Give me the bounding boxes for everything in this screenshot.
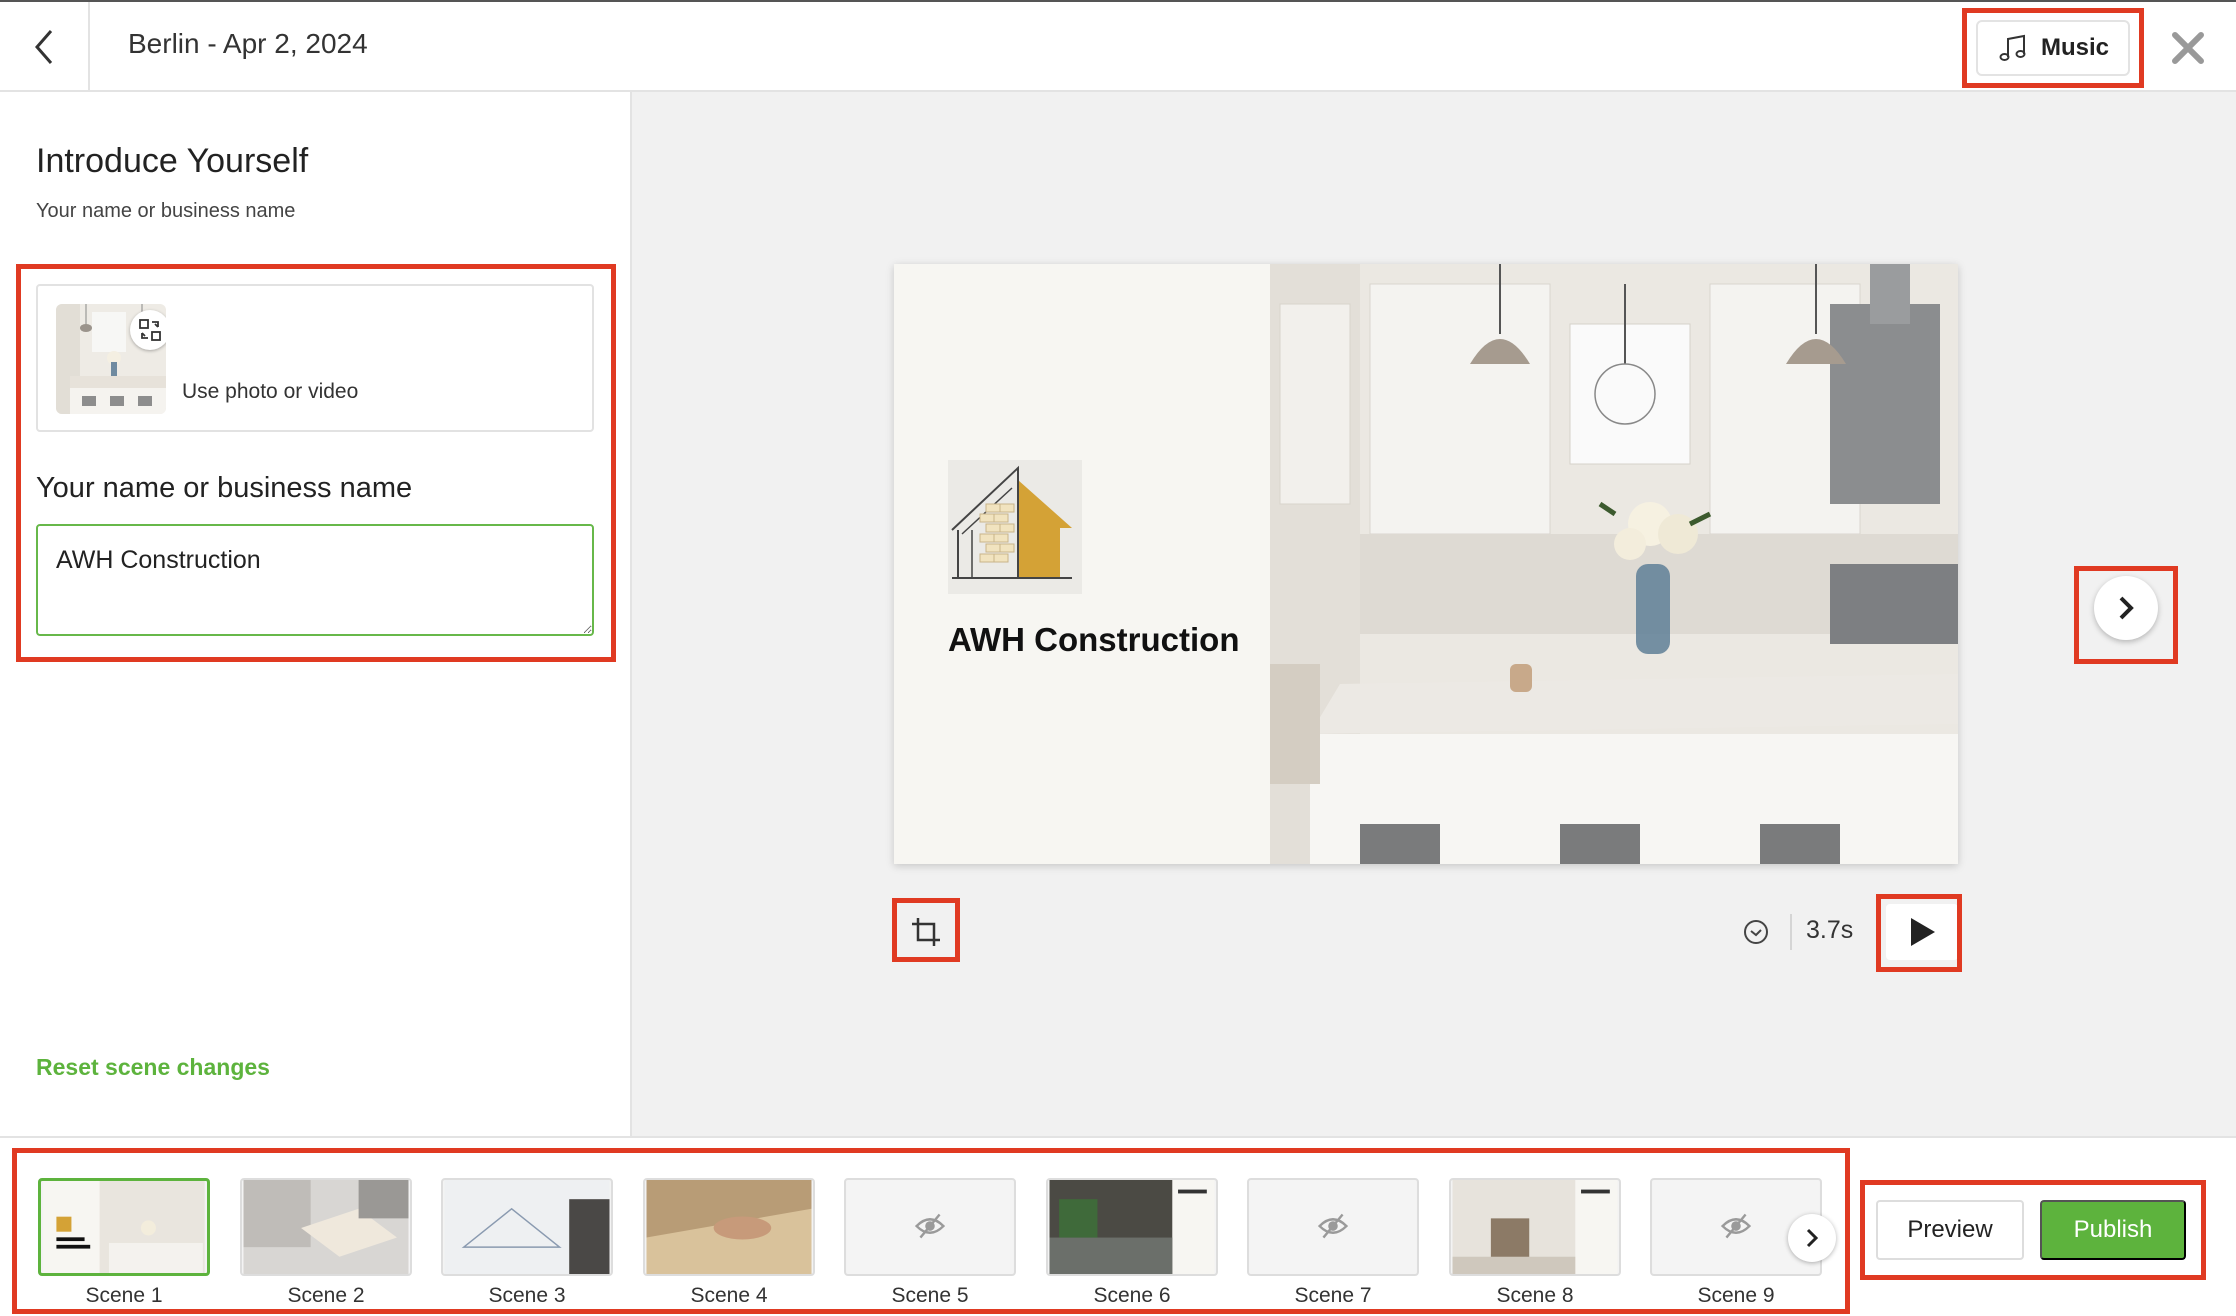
play-button[interactable] — [1886, 904, 1958, 960]
back-button[interactable] — [0, 2, 90, 92]
slide-business-name: AWH Construction — [948, 621, 1240, 658]
business-name-input[interactable] — [36, 524, 594, 636]
panel-subtitle: Your name or business name — [36, 200, 296, 222]
chevron-left-icon — [35, 30, 53, 64]
slide-text-area: AWH Construction — [894, 264, 1270, 864]
panel-title: Introduce Yourself — [36, 142, 309, 180]
publish-button[interactable]: Publish — [2040, 1200, 2186, 1260]
scene-thumb-hidden — [844, 1178, 1016, 1276]
play-icon — [1911, 918, 1935, 946]
chevron-right-icon — [2119, 596, 2134, 620]
scene-preview-canvas[interactable]: AWH Construction — [894, 264, 1958, 864]
business-name-label: Your name or business name — [36, 472, 413, 504]
scene-thumb-image — [1449, 1178, 1621, 1276]
scene-duration[interactable]: 3.7s — [1806, 916, 1853, 945]
chevron-right-icon — [1806, 1228, 1819, 1248]
scene-editor-panel: Introduce Yourself Your name or business… — [0, 92, 632, 1136]
close-button[interactable] — [2166, 26, 2210, 70]
music-button-label: Music — [2040, 34, 2109, 61]
scene-thumb-image — [1046, 1178, 1218, 1276]
music-note-icon — [1999, 34, 2026, 61]
scene-thumb-image — [38, 1178, 210, 1276]
close-icon — [2172, 32, 2204, 64]
media-picker-card[interactable]: Use photo or video — [36, 284, 594, 432]
media-thumbnail[interactable] — [56, 304, 166, 414]
scene-label: Scene 4 — [690, 1284, 768, 1307]
media-picker-label: Use photo or video — [182, 380, 359, 403]
crop-icon — [912, 918, 940, 946]
scene-label: Scene 1 — [85, 1284, 163, 1307]
scene-label: Scene 2 — [287, 1284, 365, 1307]
divider — [1790, 914, 1792, 950]
scene-thumb-image — [643, 1178, 815, 1276]
next-scene-button[interactable] — [2094, 576, 2158, 640]
kitchen-photo — [1270, 264, 1958, 864]
music-button[interactable]: Music — [1976, 20, 2130, 76]
scene-label: Scene 8 — [1496, 1284, 1574, 1307]
scene-label: Scene 3 — [488, 1284, 566, 1307]
swap-media-icon[interactable] — [130, 310, 166, 350]
crop-button[interactable] — [898, 904, 954, 960]
top-bar: Berlin - Apr 2, 2024 Music — [0, 0, 2236, 92]
preview-button[interactable]: Preview — [1876, 1200, 2024, 1260]
business-logo[interactable] — [948, 460, 1082, 594]
timer-icon — [1744, 920, 1768, 944]
project-title: Berlin - Apr 2, 2024 — [128, 28, 368, 59]
scene-strip-next-button[interactable] — [1788, 1214, 1836, 1262]
scene-label: Scene 6 — [1093, 1284, 1171, 1307]
scene-label: Scene 5 — [891, 1284, 969, 1307]
reset-scene-link[interactable]: Reset scene changes — [36, 1054, 270, 1081]
scene-thumb-image — [441, 1178, 613, 1276]
scene-thumb-image — [240, 1178, 412, 1276]
scene-label: Scene 7 — [1294, 1284, 1372, 1307]
scene-label: Scene 9 — [1697, 1284, 1775, 1307]
scene-thumb-hidden — [1247, 1178, 1419, 1276]
house-logo-icon — [951, 465, 1072, 579]
